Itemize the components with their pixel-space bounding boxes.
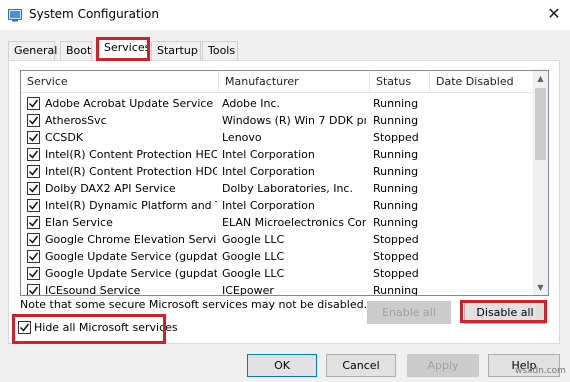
hide-ms-services-highlight — [12, 314, 166, 344]
service-checkbox[interactable] — [27, 199, 40, 212]
table-row[interactable]: CCSDK Lenovo Stopped — [21, 129, 533, 146]
column-manufacturer[interactable]: Manufacturer — [219, 71, 370, 93]
window-title: System Configuration — [29, 7, 159, 21]
watermark-text: wsxdn.com — [515, 366, 566, 376]
manufacturer-name: Dolby Laboratories, Inc. — [222, 182, 353, 195]
tab-general[interactable]: General — [8, 41, 57, 60]
manufacturer-name: ICEpower — [222, 284, 274, 296]
service-status: Stopped — [373, 267, 419, 280]
service-checkbox[interactable] — [27, 114, 40, 127]
table-row[interactable]: AtherosSvc Windows (R) Win 7 DDK pr... Run… — [21, 112, 533, 129]
manufacturer-name: Intel Corporation — [222, 165, 315, 178]
manufacturer-name: Google LLC — [222, 267, 285, 280]
manufacturer-name: Google LLC — [222, 250, 285, 263]
msconfig-icon — [8, 8, 22, 22]
column-status[interactable]: Status — [370, 71, 430, 93]
table-row[interactable]: Google Update Service (gupdatem) Google L… — [21, 265, 533, 282]
service-name: Intel(R) Content Protection HEC... — [45, 148, 217, 161]
service-checkbox[interactable] — [27, 250, 40, 263]
column-service[interactable]: Service — [21, 71, 219, 93]
manufacturer-name: Adobe Inc. — [222, 97, 281, 110]
service-status: Running — [373, 216, 419, 229]
service-name: Google Update Service (gupdatem) — [45, 267, 217, 280]
disable-all-highlight — [460, 300, 547, 323]
list-header: Service Manufacturer Status Date Disable… — [21, 71, 533, 93]
manufacturer-name: Intel Corporation — [222, 148, 315, 161]
tab-tools[interactable]: Tools — [202, 41, 238, 60]
service-status: Running — [373, 148, 419, 161]
service-checkbox[interactable] — [27, 148, 40, 161]
service-name: Google Update Service (gupdate) — [45, 250, 217, 263]
service-name: Elan Service — [45, 216, 113, 229]
service-status: Running — [373, 165, 419, 178]
manufacturer-name: Google LLC — [222, 233, 285, 246]
service-name: Dolby DAX2 API Service — [45, 182, 176, 195]
service-status: Running — [373, 97, 419, 110]
service-name: Adobe Acrobat Update Service — [45, 97, 214, 110]
services-list[interactable]: Service Manufacturer Status Date Disable… — [20, 70, 549, 296]
service-status: Running — [373, 199, 419, 212]
service-status: Stopped — [373, 131, 419, 144]
ok-button[interactable]: OK — [247, 354, 317, 377]
tab-startup[interactable]: Startup — [151, 41, 201, 60]
manufacturer-name: Lenovo — [222, 131, 262, 144]
table-row[interactable]: Intel(R) Content Protection HDC... Intel … — [21, 163, 533, 180]
service-name: Google Chrome Elevation Service — [45, 233, 217, 246]
table-row[interactable]: Google Chrome Elevation Service Google LL… — [21, 231, 533, 248]
service-checkbox[interactable] — [27, 284, 40, 295]
scroll-down-icon[interactable]: ▼ — [533, 280, 548, 295]
service-status: Running — [373, 114, 419, 127]
scroll-thumb[interactable] — [535, 88, 546, 160]
service-checkbox[interactable] — [27, 216, 40, 229]
cancel-button[interactable]: Cancel — [326, 354, 396, 377]
service-checkbox[interactable] — [27, 165, 40, 178]
service-checkbox[interactable] — [27, 233, 40, 246]
service-name: Intel(R) Content Protection HDC... — [45, 165, 217, 178]
service-status: Running — [373, 182, 419, 195]
table-row[interactable]: Adobe Acrobat Update Service Adobe Inc. Ru… — [21, 95, 533, 112]
service-rows: Adobe Acrobat Update Service Adobe Inc. Ru… — [21, 95, 533, 296]
apply-button[interactable]: Apply — [407, 354, 479, 377]
table-row[interactable]: ICEsound Service ICEpower Running — [21, 282, 533, 296]
service-checkbox[interactable] — [27, 267, 40, 280]
service-checkbox[interactable] — [27, 182, 40, 195]
service-status: Stopped — [373, 233, 419, 246]
services-tab-highlight — [96, 37, 150, 61]
tab-boot[interactable]: Boot — [60, 41, 92, 60]
table-row[interactable]: Elan Service ELAN Microelectronics Corp. R… — [21, 214, 533, 231]
service-status: Running — [373, 284, 419, 296]
table-row[interactable]: Intel(R) Dynamic Platform and T... Intel … — [21, 197, 533, 214]
service-status: Stopped — [373, 250, 419, 263]
service-name: AtherosSvc — [45, 114, 107, 127]
close-icon[interactable]: ✕ — [540, 2, 568, 26]
service-checkbox[interactable] — [27, 131, 40, 144]
vertical-scrollbar[interactable]: ▲ ▼ — [533, 71, 548, 295]
title-bar: System Configuration ✕ — [0, 0, 570, 30]
secure-services-note: Note that some secure Microsoft services… — [20, 298, 368, 311]
manufacturer-name: Intel Corporation — [222, 199, 315, 212]
column-date-disabled[interactable]: Date Disabled — [430, 71, 533, 93]
table-row[interactable]: Intel(R) Content Protection HEC... Intel … — [21, 146, 533, 163]
service-name: Intel(R) Dynamic Platform and T... — [45, 199, 217, 212]
manufacturer-name: Windows (R) Win 7 DDK pr... — [222, 114, 366, 127]
service-checkbox[interactable] — [27, 97, 40, 110]
service-name: ICEsound Service — [45, 284, 141, 296]
table-row[interactable]: Dolby DAX2 API Service Dolby Laboratories… — [21, 180, 533, 197]
scroll-up-icon[interactable]: ▲ — [533, 71, 548, 86]
table-row[interactable]: Google Update Service (gupdate) Google LL… — [21, 248, 533, 265]
manufacturer-name: ELAN Microelectronics Corp. — [222, 216, 366, 229]
enable-all-button[interactable]: Enable all — [367, 301, 451, 324]
service-name: CCSDK — [45, 131, 84, 144]
